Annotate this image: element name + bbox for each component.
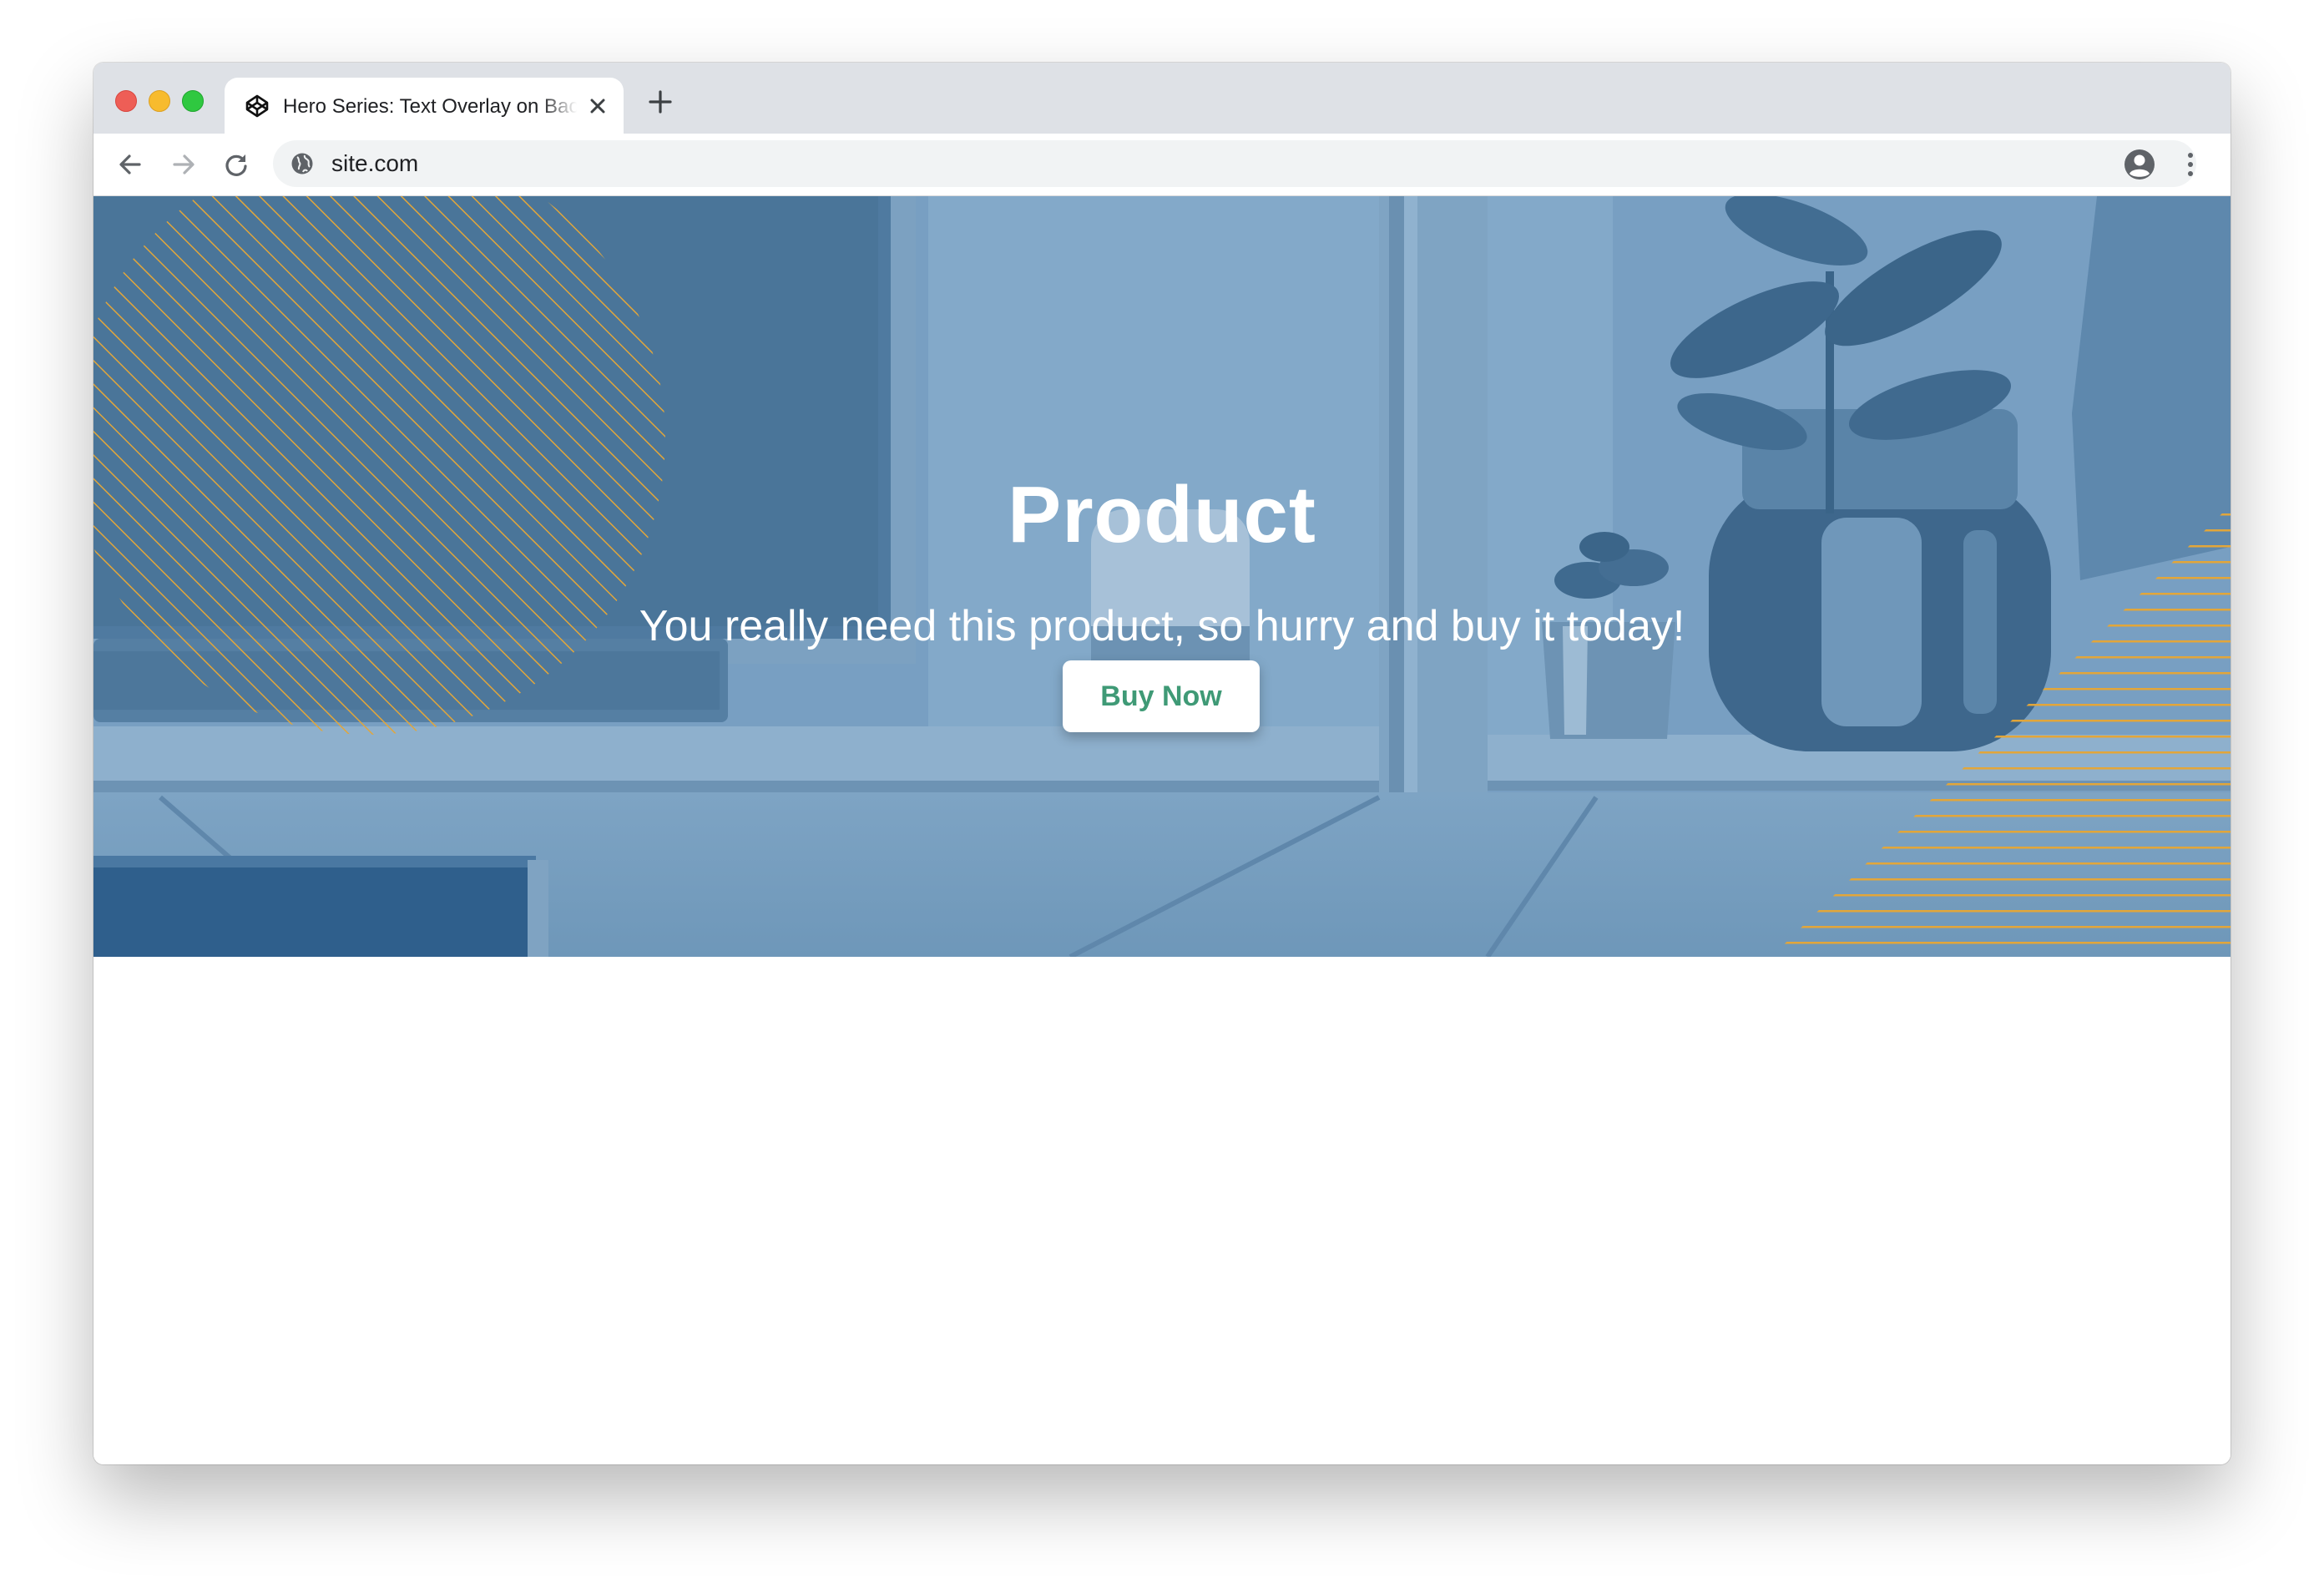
url-text: site.com [331, 150, 419, 176]
kebab-menu-icon[interactable] [2185, 149, 2195, 180]
reload-icon[interactable] [221, 149, 251, 180]
close-icon[interactable] [587, 95, 609, 117]
hero-title: Product [1008, 470, 1316, 560]
globe-icon [291, 153, 313, 174]
browser-toolbar: site.com [93, 134, 2231, 196]
zoom-window-button[interactable] [182, 90, 204, 112]
profile-icon[interactable] [2123, 148, 2156, 181]
back-arrow-icon[interactable] [115, 149, 145, 180]
hero-background-image [93, 196, 2231, 957]
new-tab-plus-icon[interactable] [646, 88, 674, 116]
page-viewport: Product You really need this product, so… [93, 196, 2231, 1464]
hero-subtitle: You really need this product, so hurry a… [639, 602, 1685, 650]
close-window-button[interactable] [115, 90, 137, 112]
tab-title: Hero Series: Text Overlay on Background … [283, 95, 577, 118]
minimize-window-button[interactable] [149, 90, 170, 112]
hero-section: Product You really need this product, so… [93, 196, 2231, 957]
buy-now-button[interactable]: Buy Now [1063, 660, 1260, 732]
address-bar[interactable]: site.com [273, 140, 2196, 187]
tab-strip: Hero Series: Text Overlay on Background … [93, 63, 2231, 134]
forward-arrow-icon[interactable] [169, 149, 199, 180]
browser-tab[interactable]: Hero Series: Text Overlay on Background … [225, 78, 624, 134]
codepen-icon [245, 94, 269, 118]
browser-window: Hero Series: Text Overlay on Background … [93, 63, 2231, 1464]
